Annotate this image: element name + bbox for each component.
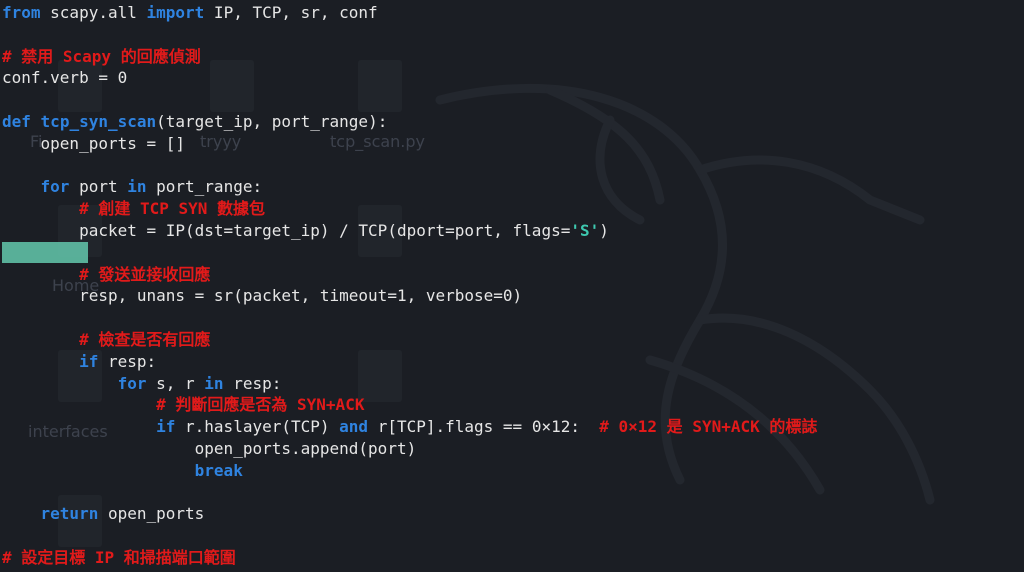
code-line: conf.verb = 0 xyxy=(2,67,127,89)
code-line: break xyxy=(2,460,243,482)
code-keyword: in xyxy=(127,177,147,197)
code-line: # 檢查是否有回應 xyxy=(2,329,210,351)
code-text: r.haslayer(TCP) xyxy=(175,417,340,437)
code-line: resp, unans = sr(packet, timeout=1, verb… xyxy=(2,285,522,307)
code-line: if r.haslayer(TCP) and r[TCP].flags == 0… xyxy=(2,416,817,438)
code-keyword: and xyxy=(339,417,369,437)
code-text: packet = IP(dst=target_ip) / TCP(dport=p… xyxy=(2,221,571,240)
code-line: # 判斷回應是否為 SYN+ACK xyxy=(2,394,364,416)
code-line: packet = IP(dst=target_ip) / TCP(dport=p… xyxy=(2,220,609,242)
code-line: return open_ports xyxy=(2,503,205,525)
code-keyword: in xyxy=(204,373,224,393)
code-text: s, r xyxy=(146,373,205,393)
code-text: r[TCP].flags == 0×12: xyxy=(368,417,600,437)
code-text: resp: xyxy=(98,351,157,371)
code-text: scapy.all xyxy=(40,3,147,22)
code-comment: # 禁用 Scapy 的回應偵測 xyxy=(2,46,201,66)
code-text: (target_ip, port_range): xyxy=(156,112,388,131)
code-text: resp, unans = sr(packet, timeout=1, verb… xyxy=(2,286,523,306)
code-comment: # 創建 TCP SYN 數據包 xyxy=(79,199,266,219)
code-function-name: tcp_syn_scan xyxy=(40,112,157,131)
code-keyword: if xyxy=(79,351,99,371)
code-line: # 禁用 Scapy 的回應偵測 xyxy=(2,46,201,68)
code-keyword: if xyxy=(156,417,176,437)
code-text: port_range: xyxy=(146,177,263,197)
terminal-window[interactable]: from scapy.all import IP, TCP, sr, conf #… xyxy=(0,0,1024,572)
code-keyword: return xyxy=(40,504,99,524)
code-line: open_ports = [] xyxy=(2,133,186,155)
code-line: open_ports.append(port) xyxy=(2,438,417,460)
code-keyword: from xyxy=(2,3,41,22)
code-line: if resp: xyxy=(2,351,156,373)
code-line: # 發送並接收回應 xyxy=(2,264,210,286)
code-keyword: def xyxy=(2,112,31,131)
code-comment: # 0×12 是 SYN+ACK 的標誌 xyxy=(599,417,818,437)
code-comment: # 判斷回應是否為 SYN+ACK xyxy=(156,395,365,415)
code-text: port xyxy=(69,177,128,197)
code-string: 'S' xyxy=(570,221,600,240)
code-text: IP, TCP, sr, conf xyxy=(204,3,378,22)
code-line: # 創建 TCP SYN 數據包 xyxy=(2,198,265,220)
code-text: open_ports.append(port) xyxy=(2,439,417,458)
code-keyword: for xyxy=(117,373,147,393)
code-line: from scapy.all import IP, TCP, sr, conf xyxy=(2,2,378,24)
code-text: conf.verb = 0 xyxy=(2,68,128,88)
code-text: open_ports = [] xyxy=(2,133,186,153)
code-keyword: break xyxy=(194,460,243,480)
code-line: # 設定目標 IP 和掃描端口範圍 xyxy=(2,547,236,569)
code-text: resp: xyxy=(223,373,282,393)
code-line: for port in port_range: xyxy=(2,176,263,198)
code-text: open_ports xyxy=(98,504,205,524)
code-line: def tcp_syn_scan(target_ip, port_range): xyxy=(2,111,387,133)
code-comment: # 發送並接收回應 xyxy=(79,264,211,284)
code-text: ) xyxy=(599,221,609,240)
code-line: for s, r in resp: xyxy=(2,373,282,395)
code-comment: # 檢查是否有回應 xyxy=(79,330,211,349)
text-cursor xyxy=(2,242,88,263)
code-keyword: for xyxy=(40,177,70,197)
code-comment: # 設定目標 IP 和掃描端口範圍 xyxy=(2,548,236,567)
code-keyword: import xyxy=(146,3,205,22)
